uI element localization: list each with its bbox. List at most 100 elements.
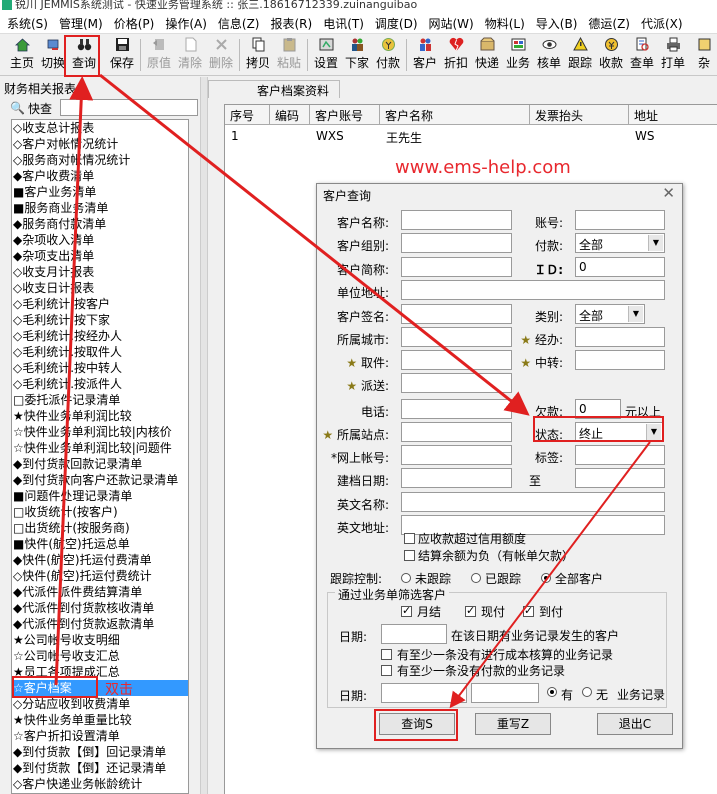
sidebar-report-item[interactable]: ◇收支月计报表 [12, 264, 188, 280]
date-created-from[interactable] [401, 468, 512, 488]
menu-operate[interactable]: 操作(A) [158, 14, 211, 32]
handler-input[interactable] [575, 327, 665, 347]
menu-material[interactable]: 物料(L) [478, 14, 529, 32]
date1-input[interactable] [381, 624, 447, 644]
station-input[interactable] [401, 422, 512, 442]
check-bill-button[interactable]: 查单 [628, 37, 656, 73]
downstream-button[interactable]: 下家 [343, 37, 371, 73]
sidebar-report-item[interactable]: ◇服务商对帐情况统计 [12, 152, 188, 168]
exit-button[interactable]: 退出C [597, 713, 673, 735]
settings-button[interactable]: 设置 [312, 37, 340, 73]
sidebar-report-item[interactable]: ☆快件业务单利润比较|问题件 [12, 440, 188, 456]
menu-telecom[interactable]: 电讯(T) [316, 14, 368, 32]
table-cell[interactable]: 1 [225, 126, 270, 146]
sidebar-report-item[interactable]: ◇客户对帐情况统计 [12, 136, 188, 152]
column-header[interactable]: 客户名称 [380, 105, 530, 125]
web-account-input[interactable] [401, 445, 512, 465]
sidebar-report-item[interactable]: ◇毛利统计.按中转人 [12, 360, 188, 376]
sidebar-report-item[interactable]: ◆到付货款【倒】还记录清单 [12, 760, 188, 776]
sidebar-report-item[interactable]: ■客户业务清单 [12, 184, 188, 200]
close-icon[interactable]: ✕ [662, 185, 675, 201]
copy-button[interactable]: 拷贝 [244, 37, 272, 73]
track-option-none[interactable] [401, 573, 411, 583]
en-name-input[interactable] [401, 492, 665, 512]
splitter[interactable] [200, 77, 208, 794]
sidebar-report-item[interactable]: ◇客户快递业务帐龄统计 [12, 776, 188, 792]
sidebar-report-item[interactable]: ■快件(航空)托运总单 [12, 536, 188, 552]
sidebar-report-item[interactable]: ◇毛利统计.按取件人 [12, 344, 188, 360]
track-option-all[interactable] [541, 573, 551, 583]
sidebar-report-item[interactable]: ★公司帐号收支明细 [12, 632, 188, 648]
monthly-checkbox[interactable] [401, 604, 412, 617]
sidebar-report-item[interactable]: ◆代派件到付货款核收清单 [12, 600, 188, 616]
unpaid-checkbox[interactable] [381, 665, 392, 676]
no-record-radio[interactable] [582, 687, 592, 697]
sidebar-report-item[interactable]: ◇快件(航空)托运付费统计 [12, 568, 188, 584]
id-input[interactable]: 0 [575, 257, 665, 277]
sidebar-report-item[interactable]: ◆到付货款【倒】回记录清单 [12, 744, 188, 760]
menu-report[interactable]: 报表(R) [263, 14, 316, 32]
tab-customer-archive[interactable]: 客户档案资料 [208, 80, 341, 98]
sidebar-report-item[interactable]: ◆客户收费清单 [12, 168, 188, 184]
sidebar-report-item[interactable]: ◆服务商付款清单 [12, 216, 188, 232]
sidebar-report-item[interactable]: □收货统计(按客户) [12, 504, 188, 520]
menu-proxy[interactable]: 代派(X) [634, 14, 687, 32]
sidebar-report-item[interactable]: ◆杂项支出清单 [12, 248, 188, 264]
sidebar-report-item[interactable]: ★快件业务单利润比较 [12, 408, 188, 424]
sidebar-report-item[interactable]: ☆客户折扣设置清单 [12, 728, 188, 744]
reset-button[interactable]: 重写Z [475, 713, 551, 735]
menu-price[interactable]: 价格(P) [107, 14, 159, 32]
sidebar-report-item[interactable]: ☆快件业务单利润比较|内核价 [12, 424, 188, 440]
track-button[interactable]: 跟踪 [566, 37, 594, 73]
original-value-button[interactable]: 原值 [145, 37, 173, 73]
cash-checkbox[interactable] [465, 604, 476, 617]
save-button[interactable]: 保存 [108, 37, 136, 73]
sidebar-report-item[interactable]: ◇毛利统计.按派件人 [12, 376, 188, 392]
sidebar-report-item[interactable]: ◇收支日计报表 [12, 280, 188, 296]
delete-button[interactable]: 删除 [207, 37, 235, 73]
sidebar-report-item[interactable]: □出货统计(按服务商) [12, 520, 188, 536]
short-name-input[interactable] [401, 257, 512, 277]
business-button[interactable]: 业务 [504, 37, 532, 73]
menu-info[interactable]: 信息(Z) [211, 14, 264, 32]
account-input[interactable] [575, 210, 665, 230]
has-record-radio[interactable] [547, 687, 557, 697]
cod-checkbox[interactable] [523, 604, 534, 617]
sidebar-report-item[interactable]: ☆公司帐号收支汇总 [12, 648, 188, 664]
column-header[interactable]: 地址 [629, 105, 717, 125]
sidebar-report-item[interactable]: ◆到付货款回款记录清单 [12, 456, 188, 472]
column-header[interactable]: 客户账号 [310, 105, 380, 125]
payment-button[interactable]: 付款 [374, 37, 402, 73]
customer-button[interactable]: 客户 [411, 37, 439, 73]
sidebar-report-item[interactable]: ■服务商业务清单 [12, 200, 188, 216]
table-cell[interactable]: WS [629, 126, 717, 146]
date2-from[interactable] [381, 683, 467, 703]
sidebar-report-item[interactable]: □委托派件记录清单 [12, 392, 188, 408]
collect-button[interactable]: 收款 [597, 37, 625, 73]
delivery-input[interactable] [401, 373, 512, 393]
print-bill-button[interactable]: 打单 [659, 37, 687, 73]
date-created-to[interactable] [575, 468, 665, 488]
payment-select[interactable]: 全部 ▼ [575, 233, 665, 253]
paste-button[interactable]: 粘贴 [275, 37, 303, 73]
sidebar-report-item[interactable]: ◇收支总计报表 [12, 120, 188, 136]
table-cell[interactable]: WXS [310, 126, 380, 146]
unverified-checkbox[interactable] [381, 649, 392, 660]
express-button[interactable]: 快递 [473, 37, 501, 73]
menu-deyun[interactable]: 德运(Z) [581, 14, 634, 32]
discount-button[interactable]: 折扣 [442, 37, 470, 73]
column-header[interactable]: 编码 [270, 105, 310, 125]
over-credit-checkbox[interactable] [404, 533, 415, 544]
date2-to[interactable] [471, 683, 539, 703]
sidebar-report-item[interactable]: ◇毛利统计.按下家 [12, 312, 188, 328]
clear-button[interactable]: 清除 [176, 37, 204, 73]
home-button[interactable]: 主页 [8, 37, 36, 73]
customer-group-input[interactable] [401, 233, 512, 253]
customer-name-input[interactable] [401, 210, 512, 230]
column-header[interactable]: 发票抬头 [530, 105, 629, 125]
address-input[interactable] [401, 280, 665, 300]
menu-website[interactable]: 网站(W) [422, 14, 478, 32]
sign-name-input[interactable] [401, 304, 512, 324]
track-option-tracked[interactable] [471, 573, 481, 583]
sidebar-report-item[interactable]: ◆杂项收入清单 [12, 232, 188, 248]
